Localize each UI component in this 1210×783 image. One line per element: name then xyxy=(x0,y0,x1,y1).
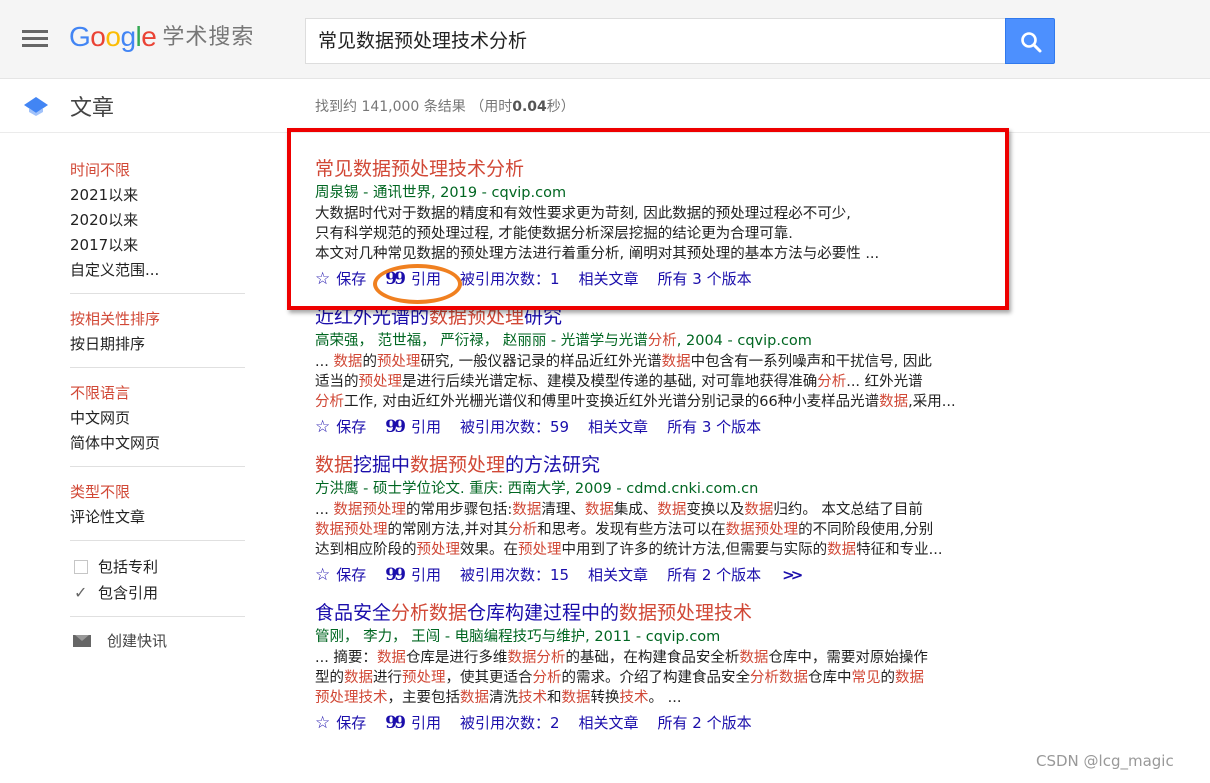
result-snippet-line: 适当的预处理是进行后续光谱定标、建模及模型传递的基础, 对可靠地获得准确分析..… xyxy=(315,374,923,390)
result-snippet-line: 型的数据进行预处理，使其更适合分析的需求。介绍了构建食品安全分析数据仓库中常见的… xyxy=(315,670,924,686)
all-versions-link[interactable]: 所有 3 个版本 xyxy=(667,414,761,440)
result-snippet-line: 本文对几种常见数据的预处理方法进行着重分析, 阐明对其预处理的基本方法与必要性 … xyxy=(315,246,880,262)
result-item: 近红外光谱的数据预处理研究 高荣强， 范世福， 严衍禄， 赵丽丽 - 光谱学与光… xyxy=(315,303,1035,440)
options-group: 包括专利 包含引用 xyxy=(70,554,245,617)
checkbox-unchecked[interactable] xyxy=(74,560,88,574)
search-icon xyxy=(1021,32,1042,53)
result-meta: 高荣强， 范世福， 严衍禄， 赵丽丽 - 光谱学与光谱分析, 2004 - cq… xyxy=(315,333,812,349)
related-articles-link[interactable]: 相关文章 xyxy=(579,710,639,736)
result-title[interactable]: 数据挖掘中数据预处理的方法研究 xyxy=(315,451,1035,479)
related-articles-link[interactable]: 相关文章 xyxy=(579,266,639,292)
cited-by-link[interactable]: 被引用次数：2 xyxy=(460,710,560,736)
related-articles-link[interactable]: 相关文章 xyxy=(588,562,648,588)
result-actions: ☆ 保存 99 引用 被引用次数：2 相关文章 所有 2 个版本 xyxy=(315,710,1035,736)
cite-button[interactable]: 99 引用 xyxy=(385,562,441,588)
sidebar: 时间不限 2021以来 2020以来 2017以来 自定义范围... 按相关性排… xyxy=(70,158,245,651)
save-button[interactable]: ☆ 保存 xyxy=(315,562,366,588)
star-icon: ☆ xyxy=(315,417,331,437)
all-versions-link[interactable]: 所有 3 个版本 xyxy=(658,266,752,292)
result-actions: ☆ 保存 99 引用 被引用次数：1 相关文章 所有 3 个版本 xyxy=(315,266,1035,292)
cited-by-link[interactable]: 被引用次数：59 xyxy=(460,414,569,440)
save-button[interactable]: ☆ 保存 xyxy=(315,414,366,440)
result-title[interactable]: 常见数据预处理技术分析 xyxy=(315,155,1035,183)
result-title[interactable]: 食品安全分析数据仓库构建过程中的数据预处理技术 xyxy=(315,599,1035,627)
more-chevron-icon[interactable]: >> xyxy=(782,562,803,588)
result-item: 食品安全分析数据仓库构建过程中的数据预处理技术 管刚， 李力， 王闯 - 电脑编… xyxy=(315,599,1035,736)
result-snippet-line: 大数据时代对于数据的精度和有效性要求更为苛刻, 因此数据的预处理过程必不可少, xyxy=(315,206,851,222)
result-snippet-line: 数据预处理的常刚方法,并对其分析和思考。发现有些方法可以在数据预处理的不同阶段使… xyxy=(315,522,934,538)
envelope-icon xyxy=(73,634,91,647)
menu-icon[interactable] xyxy=(22,30,48,48)
checkbox-checked[interactable] xyxy=(74,580,88,606)
language-group: 不限语言 中文网页 简体中文网页 xyxy=(70,381,245,467)
include-citations-checkbox[interactable]: 包含引用 xyxy=(70,580,245,606)
result-actions: ☆ 保存 99 引用 被引用次数：15 相关文章 所有 2 个版本 >> xyxy=(315,562,1035,588)
lang-any[interactable]: 不限语言 xyxy=(70,381,245,406)
quote-icon: 99 xyxy=(385,417,406,437)
result-snippet-line: 达到相应阶段的预处理效果。在预处理中用到了许多的统计方法,但需要与实际的数据特征… xyxy=(315,542,943,558)
sort-group: 按相关性排序 按日期排序 xyxy=(70,307,245,368)
time-custom-range[interactable]: 自定义范围... xyxy=(70,258,245,283)
result-actions: ☆ 保存 99 引用 被引用次数：59 相关文章 所有 3 个版本 xyxy=(315,414,1035,440)
result-meta: 管刚， 李力， 王闯 - 电脑编程技巧与维护, 2011 - cqvip.com xyxy=(315,629,721,645)
save-button[interactable]: ☆ 保存 xyxy=(315,266,366,292)
star-icon: ☆ xyxy=(315,713,331,733)
cited-by-link[interactable]: 被引用次数：1 xyxy=(460,266,560,292)
result-snippet-line: 分析工作, 对由近红外光栅光谱仪和傅里叶变换近红外光谱分别记录的66种小麦样品光… xyxy=(315,394,956,410)
cited-by-link[interactable]: 被引用次数：15 xyxy=(460,562,569,588)
result-snippet-line: ... 数据预处理的常用步骤包括:数据清理、数据集成、数据变换以及数据归约。 本… xyxy=(315,502,923,518)
sort-relevance[interactable]: 按相关性排序 xyxy=(70,307,245,332)
quote-icon: 99 xyxy=(385,269,406,289)
all-versions-link[interactable]: 所有 2 个版本 xyxy=(658,710,752,736)
type-any[interactable]: 类型不限 xyxy=(70,480,245,505)
create-alert-link[interactable]: 创建快讯 xyxy=(70,630,245,651)
sub-bar: 文章 找到约 141,000 条结果 （用时0.04秒） xyxy=(0,79,1210,133)
result-snippet-line: ... 摘要：数据仓库是进行多维数据分析的基础，在构建食品安全析数据仓库中，需要… xyxy=(315,650,928,666)
logo[interactable]: Google 学术搜索 xyxy=(69,21,254,53)
search-input[interactable]: 常见数据预处理技术分析 xyxy=(305,18,1006,64)
result-meta: 方洪鹰 - 硕士学位论文. 重庆: 西南大学, 2009 - cdmd.cnki… xyxy=(315,481,759,497)
lang-chinese[interactable]: 中文网页 xyxy=(70,406,245,431)
logo-suffix: 学术搜索 xyxy=(162,25,255,50)
result-stats: 找到约 141,000 条结果 （用时0.04秒） xyxy=(315,99,575,115)
watermark: CSDN @lcg_magic xyxy=(1036,752,1174,770)
result-meta: 周泉锡 - 通讯世界, 2019 - cqvip.com xyxy=(315,185,567,201)
top-bar: Google 学术搜索 常见数据预处理技术分析 xyxy=(0,0,1210,79)
result-item: 数据挖掘中数据预处理的方法研究 方洪鹰 - 硕士学位论文. 重庆: 西南大学, … xyxy=(315,451,1035,588)
articles-icon xyxy=(24,97,48,116)
type-group: 类型不限 评论性文章 xyxy=(70,480,245,541)
time-since-2017[interactable]: 2017以来 xyxy=(70,233,245,258)
related-articles-link[interactable]: 相关文章 xyxy=(588,414,648,440)
type-review[interactable]: 评论性文章 xyxy=(70,505,245,530)
time-any[interactable]: 时间不限 xyxy=(70,158,245,183)
cite-button[interactable]: 99 引用 xyxy=(385,414,441,440)
time-filter-group: 时间不限 2021以来 2020以来 2017以来 自定义范围... xyxy=(70,158,245,294)
result-title[interactable]: 近红外光谱的数据预处理研究 xyxy=(315,303,1035,331)
results-list: 常见数据预处理技术分析 周泉锡 - 通讯世界, 2019 - cqvip.com… xyxy=(315,153,1035,747)
quote-icon: 99 xyxy=(385,713,406,733)
star-icon: ☆ xyxy=(315,565,331,585)
result-snippet-line: 预处理技术，主要包括数据清洗技术和数据转换技术。 ... xyxy=(315,690,682,706)
save-button[interactable]: ☆ 保存 xyxy=(315,710,366,736)
quote-icon: 99 xyxy=(385,565,406,585)
section-label: 文章 xyxy=(70,96,115,121)
time-since-2021[interactable]: 2021以来 xyxy=(70,183,245,208)
result-snippet-line: 只有科学规范的预处理过程, 才能使数据分析深层挖掘的结论更为合理可靠. xyxy=(315,226,793,242)
cite-button[interactable]: 99 引用 xyxy=(385,266,441,292)
search-button[interactable] xyxy=(1005,18,1055,64)
lang-simplified-chinese[interactable]: 简体中文网页 xyxy=(70,431,245,456)
cite-button[interactable]: 99 引用 xyxy=(385,710,441,736)
include-patents-checkbox[interactable]: 包括专利 xyxy=(70,554,245,580)
result-snippet-line: ... 数据的预处理研究, 一般仪器记录的样品近红外光谱数据中包含有一系列噪声和… xyxy=(315,354,932,370)
time-since-2020[interactable]: 2020以来 xyxy=(70,208,245,233)
star-icon: ☆ xyxy=(315,269,331,289)
result-item: 常见数据预处理技术分析 周泉锡 - 通讯世界, 2019 - cqvip.com… xyxy=(315,155,1035,292)
all-versions-link[interactable]: 所有 2 个版本 xyxy=(667,562,761,588)
sort-date[interactable]: 按日期排序 xyxy=(70,332,245,357)
